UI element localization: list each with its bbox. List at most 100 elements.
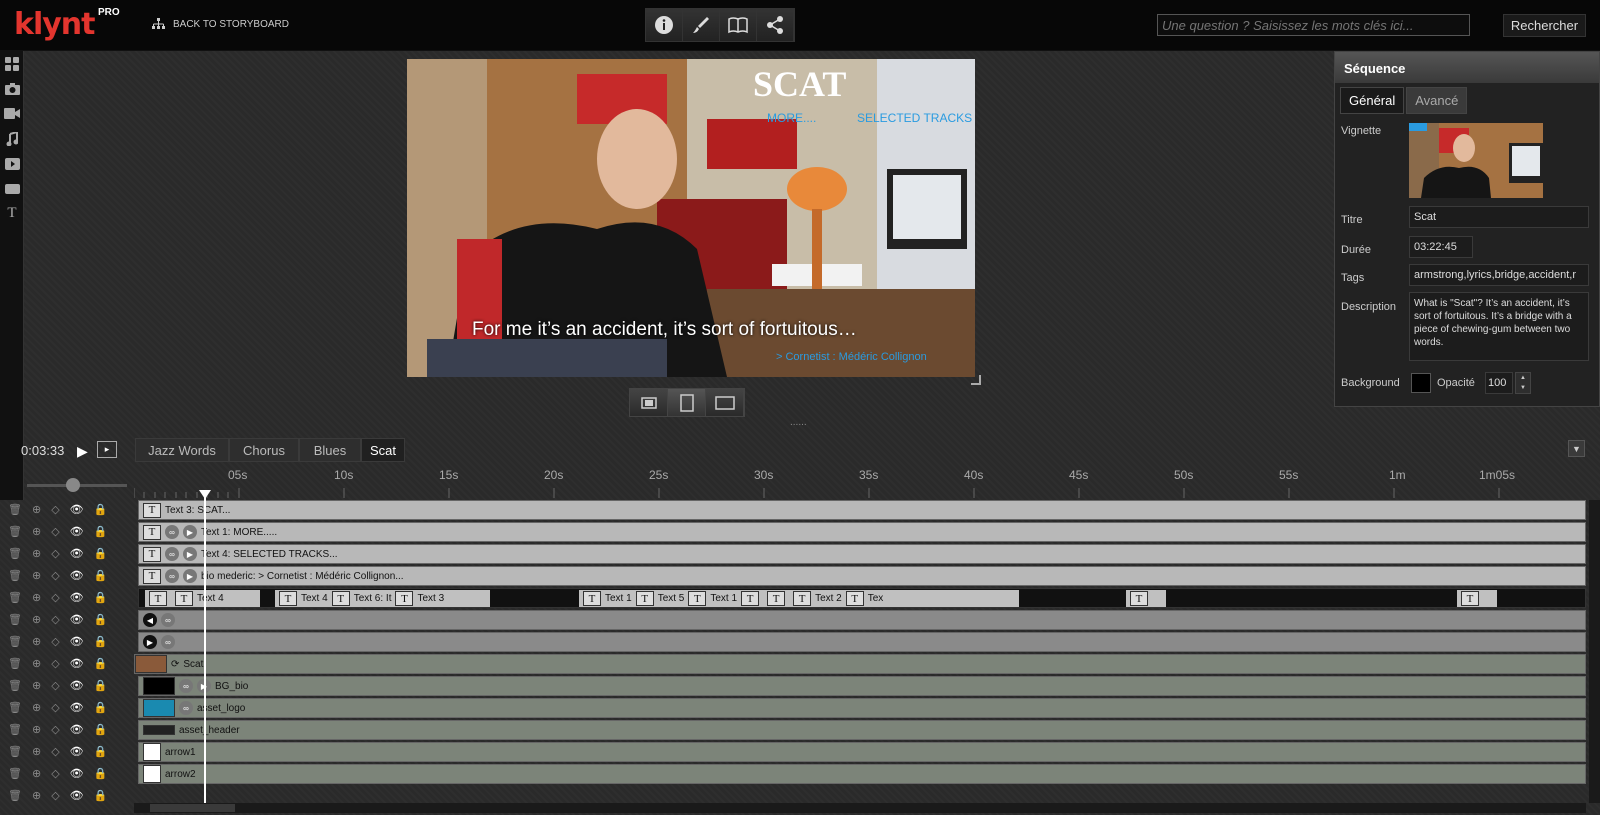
info-icon[interactable] (646, 9, 683, 41)
delete-icon[interactable]: 🗑 (8, 767, 22, 780)
track-bar[interactable]: ∞ asset_logo (138, 698, 1586, 718)
resize-handle-icon[interactable] (971, 375, 981, 385)
track-bar[interactable]: arrow1 (138, 742, 1586, 762)
lock-icon[interactable]: 🔒 (94, 569, 108, 582)
tab-blues[interactable]: Blues (299, 438, 361, 462)
lock-icon[interactable]: 🔒 (94, 767, 108, 780)
delete-icon[interactable]: 🗑 (8, 635, 22, 648)
keyframe-icon[interactable]: ◇ (51, 723, 59, 736)
horizontal-scrollbar[interactable] (134, 803, 1586, 813)
keyframe-icon[interactable]: ◇ (51, 613, 59, 626)
clip[interactable]: T Text 1 T Text 5 T Text 1 T T T Text 2 T Tex (579, 590, 1019, 607)
music-icon[interactable] (0, 126, 24, 151)
delete-icon[interactable]: 🗑 (8, 745, 22, 758)
zoom-slider-knob[interactable] (66, 478, 80, 492)
lock-icon[interactable]: 🔒 (94, 723, 108, 736)
delete-icon[interactable]: 🗑 (8, 613, 22, 626)
keyframe-icon[interactable]: ◇ (51, 569, 59, 582)
delete-icon[interactable]: 🗑 (8, 657, 22, 670)
track-bar[interactable]: T T Text 4 T Text 4 T Text 6: It T Text 3 T Text… (138, 588, 1586, 608)
delete-icon[interactable]: 🗑 (8, 723, 22, 736)
splitter-handle[interactable]: ...... (790, 417, 807, 428)
track-bar[interactable]: ∞▶BG_bio (138, 676, 1586, 696)
ratio-43-button[interactable] (668, 389, 706, 416)
play-button[interactable]: ▶ (77, 443, 88, 460)
track-bar[interactable]: ◀ ∞ (138, 610, 1586, 630)
lock-icon[interactable]: 🔒 (94, 745, 108, 758)
keyframe-icon[interactable]: ◇ (51, 547, 59, 560)
brush-icon[interactable] (683, 9, 720, 41)
eye-icon[interactable]: 👁 (70, 723, 84, 736)
keyframe-icon[interactable]: ◇ (51, 525, 59, 538)
keyframe-icon[interactable]: ◇ (51, 503, 59, 516)
add-icon[interactable]: ⊕ (32, 701, 41, 714)
book-icon[interactable] (720, 9, 757, 41)
delete-icon[interactable]: 🗑 (8, 789, 22, 802)
add-icon[interactable]: ⊕ (32, 789, 41, 802)
eye-icon[interactable]: 👁 (70, 569, 84, 582)
track-bar[interactable]: arrow2 (138, 764, 1586, 784)
delete-icon[interactable]: 🗑 (8, 701, 22, 714)
play-icon[interactable] (0, 151, 24, 176)
eye-icon[interactable]: 👁 (70, 745, 84, 758)
track-bar[interactable]: asset_header (138, 720, 1586, 740)
add-icon[interactable]: ⊕ (32, 503, 41, 516)
add-icon[interactable]: ⊕ (32, 745, 41, 758)
share-icon[interactable] (757, 9, 794, 41)
tab-chorus[interactable]: Chorus (229, 438, 299, 462)
eye-icon[interactable]: 👁 (70, 767, 84, 780)
keyframe-icon[interactable]: ◇ (51, 767, 59, 780)
lock-icon[interactable]: 🔒 (94, 679, 108, 692)
eye-icon[interactable]: 👁 (70, 613, 84, 626)
tags-field[interactable]: armstrong,lyrics,bridge,accident,r (1409, 264, 1589, 286)
add-icon[interactable]: ⊕ (32, 591, 41, 604)
search-button[interactable]: Rechercher (1503, 14, 1586, 37)
video-icon[interactable] (0, 101, 24, 126)
add-icon[interactable]: ⊕ (32, 635, 41, 648)
tab-general[interactable]: Général (1340, 87, 1405, 114)
background-color-swatch[interactable] (1411, 373, 1431, 393)
add-icon[interactable]: ⊕ (32, 767, 41, 780)
time-ruler[interactable]: 05s 10s 15s 20s 25s 30s 35s 40s 45s 50s … (134, 468, 1586, 498)
opacite-stepper[interactable]: ▲ ▼ (1515, 372, 1531, 394)
clip[interactable]: T (1126, 590, 1166, 607)
lock-icon[interactable]: 🔒 (94, 635, 108, 648)
delete-icon[interactable]: 🗑 (8, 569, 22, 582)
track-bar[interactable]: ⟳ Scat (134, 654, 1586, 674)
rect-icon[interactable] (0, 176, 24, 201)
lock-icon[interactable]: 🔒 (94, 547, 108, 560)
tab-scat[interactable]: Scat (361, 438, 405, 462)
clip[interactable]: T (1457, 590, 1497, 607)
delete-icon[interactable]: 🗑 (8, 679, 22, 692)
delete-icon[interactable]: 🗑 (8, 591, 22, 604)
lock-icon[interactable]: 🔒 (94, 701, 108, 714)
lock-icon[interactable]: 🔒 (94, 525, 108, 538)
back-to-storyboard-button[interactable]: BACK TO STORYBOARD (152, 18, 289, 30)
add-icon[interactable]: ⊕ (32, 657, 41, 670)
play-from-start-button[interactable]: ▸ (97, 441, 117, 458)
track-bar[interactable]: T ∞ ▶ bio mederic: > Cornetist : Médéric Co… (138, 566, 1586, 586)
keyframe-icon[interactable]: ◇ (51, 701, 59, 714)
scrollbar-thumb[interactable] (150, 804, 235, 812)
playhead[interactable] (204, 490, 206, 805)
delete-icon[interactable]: 🗑 (8, 503, 22, 516)
track-bar[interactable]: T ∞ ▶ Text 1: MORE..... (138, 522, 1586, 542)
tab-advanced[interactable]: Avancé (1406, 87, 1468, 114)
add-icon[interactable]: ⊕ (32, 525, 41, 538)
add-icon[interactable]: ⊕ (32, 569, 41, 582)
preview-bio-link[interactable]: > Cornetist : Médéric Collignon (776, 351, 927, 363)
text-icon[interactable]: T (0, 201, 24, 226)
track-bar[interactable]: ▶ ∞ (138, 632, 1586, 652)
keyframe-icon[interactable]: ◇ (51, 657, 59, 670)
ratio-169-button[interactable] (706, 389, 744, 416)
description-field[interactable]: What is "Scat"? It’s an accident, it’s s… (1409, 292, 1589, 361)
eye-icon[interactable]: 👁 (70, 657, 84, 670)
vignette-thumbnail[interactable] (1409, 123, 1543, 198)
lock-icon[interactable]: 🔒 (94, 591, 108, 604)
keyframe-icon[interactable]: ◇ (51, 745, 59, 758)
lock-icon[interactable]: 🔒 (94, 789, 108, 802)
add-icon[interactable]: ⊕ (32, 547, 41, 560)
eye-icon[interactable]: 👁 (70, 503, 84, 516)
eye-icon[interactable]: 👁 (70, 635, 84, 648)
eye-icon[interactable]: 👁 (70, 525, 84, 538)
